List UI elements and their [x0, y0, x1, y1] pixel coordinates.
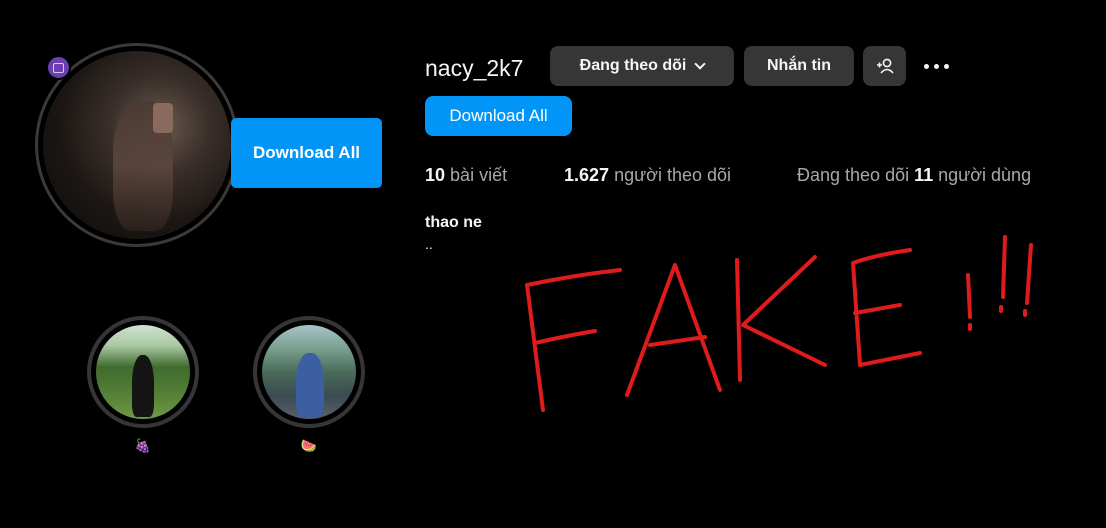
highlight-ring — [253, 316, 365, 428]
following-button[interactable]: Đang theo dõi — [550, 46, 734, 86]
add-person-icon — [876, 58, 894, 74]
more-options-icon[interactable] — [918, 54, 954, 78]
message-button-label: Nhắn tin — [767, 57, 831, 74]
following-count: 11 — [914, 165, 934, 185]
followers-count: 1.627 — [564, 165, 610, 185]
followers-stat[interactable]: 1.627 người theo dõi — [564, 165, 731, 186]
avatar-phone — [153, 103, 173, 133]
following-suffix: người dùng — [938, 165, 1032, 185]
following-prefix: Đang theo dõi — [797, 165, 910, 185]
highlight-cover-image — [96, 325, 190, 419]
download-all-button-large[interactable]: Download All — [231, 118, 382, 188]
message-button[interactable]: Nhắn tin — [744, 46, 854, 86]
profile-full-name: thao ne — [425, 214, 482, 231]
highlight-label: 🍉 — [300, 438, 318, 453]
highlight-ring — [87, 316, 199, 428]
highlight-label: 🍇 — [134, 438, 152, 453]
story-highlight[interactable]: 🍇 — [87, 316, 199, 456]
posts-count: 10 — [425, 165, 446, 185]
following-stat[interactable]: Đang theo dõi 11 người dùng — [797, 165, 1031, 186]
story-highlight[interactable]: 🍉 — [253, 316, 365, 456]
profile-bio: .. — [425, 236, 433, 252]
profile-username: nacy_2k7 — [425, 55, 524, 81]
posts-label: bài viết — [450, 165, 508, 185]
following-button-label: Đang theo dõi — [579, 57, 687, 74]
download-all-button-small[interactable]: Download All — [425, 96, 572, 136]
followers-label: người theo dõi — [614, 165, 731, 185]
avatar-badge-icon[interactable] — [46, 55, 71, 80]
add-person-button[interactable] — [863, 46, 906, 86]
chevron-down-icon — [694, 58, 706, 70]
avatar-image — [43, 51, 231, 239]
highlight-cover-image — [262, 325, 356, 419]
fake-handwritten-annotation — [525, 235, 1033, 412]
posts-stat: 10 bài viết — [425, 165, 507, 186]
